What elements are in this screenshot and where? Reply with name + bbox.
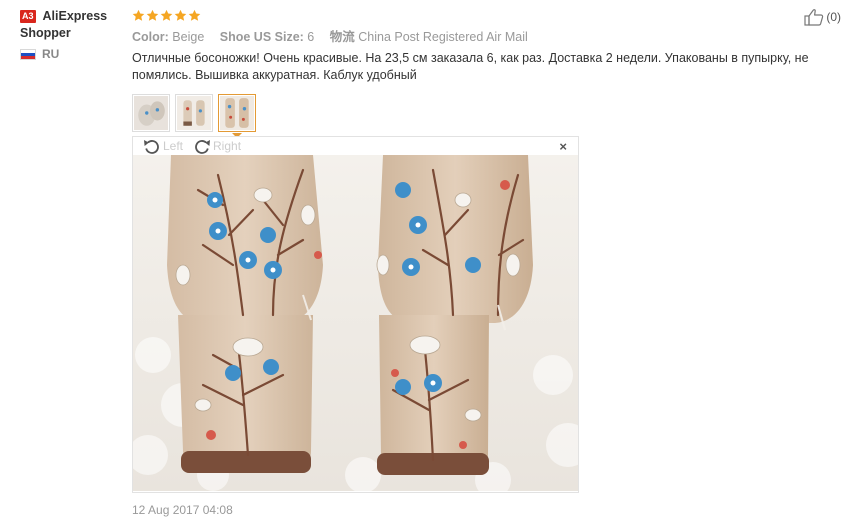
reviewer-name-line2: Shopper [20, 26, 71, 40]
review-text: Отличные босоножки! Очень красивые. На 2… [132, 51, 809, 82]
photo-thumbnail[interactable] [175, 94, 213, 132]
order-info: Color: Beige Shoe US Size: 6 物流 China Po… [132, 29, 812, 45]
feedback-body: Color: Beige Shoe US Size: 6 物流 China Po… [132, 8, 812, 138]
reviewer-country: RU [20, 47, 125, 61]
photo-thumbnail[interactable] [132, 94, 170, 132]
helpful-button[interactable]: (0) [804, 8, 841, 26]
shipping-label: 物流 [329, 30, 355, 44]
rotate-left-label: Left [163, 139, 184, 153]
star-icon [160, 9, 173, 22]
embroidered-heels-photo [133, 155, 578, 491]
close-viewer-button[interactable]: × [559, 140, 567, 153]
star-icon [174, 9, 187, 22]
reviewer-name: AliExpress [42, 9, 108, 23]
russia-flag-icon [20, 48, 36, 60]
photo-thumbnail-active[interactable] [218, 94, 256, 138]
rotate-right-label: Right [213, 139, 242, 153]
size-value: 6 [307, 30, 315, 44]
review-date: 12 Aug 2017 04:08 [132, 503, 233, 517]
star-rating [132, 8, 812, 22]
photo-viewer: Left Right × [132, 136, 579, 493]
star-icon [146, 9, 159, 22]
reviewer-info: A3 AliExpress Shopper RU [20, 8, 125, 61]
viewer-toolbar: Left Right × [133, 137, 578, 155]
photo-thumbnails [132, 94, 812, 138]
rotate-left-button[interactable]: Left [142, 138, 183, 154]
feedback-item: A3 AliExpress Shopper RU Color: Beige Sh… [0, 0, 853, 525]
photo-thumbnail-image [177, 96, 211, 130]
color-label: Color: [132, 30, 169, 44]
star-icon [188, 9, 201, 22]
star-icon [132, 9, 145, 22]
thumbs-up-icon [804, 9, 824, 26]
color-value: Beige [172, 30, 205, 44]
photo-thumbnail-image [134, 96, 168, 130]
photo-thumbnail-image [220, 96, 254, 130]
buyer-level-badge: A3 [20, 10, 36, 23]
rotate-left-icon [144, 140, 159, 154]
shipping-value: China Post Registered Air Mail [358, 30, 528, 44]
country-code: RU [42, 47, 60, 61]
rotate-right-icon [195, 140, 211, 154]
rotate-right-button[interactable]: Right [192, 138, 241, 154]
review-photo [133, 155, 578, 491]
helpful-count: (0) [826, 10, 841, 24]
size-label: Shoe US Size: [219, 30, 304, 44]
